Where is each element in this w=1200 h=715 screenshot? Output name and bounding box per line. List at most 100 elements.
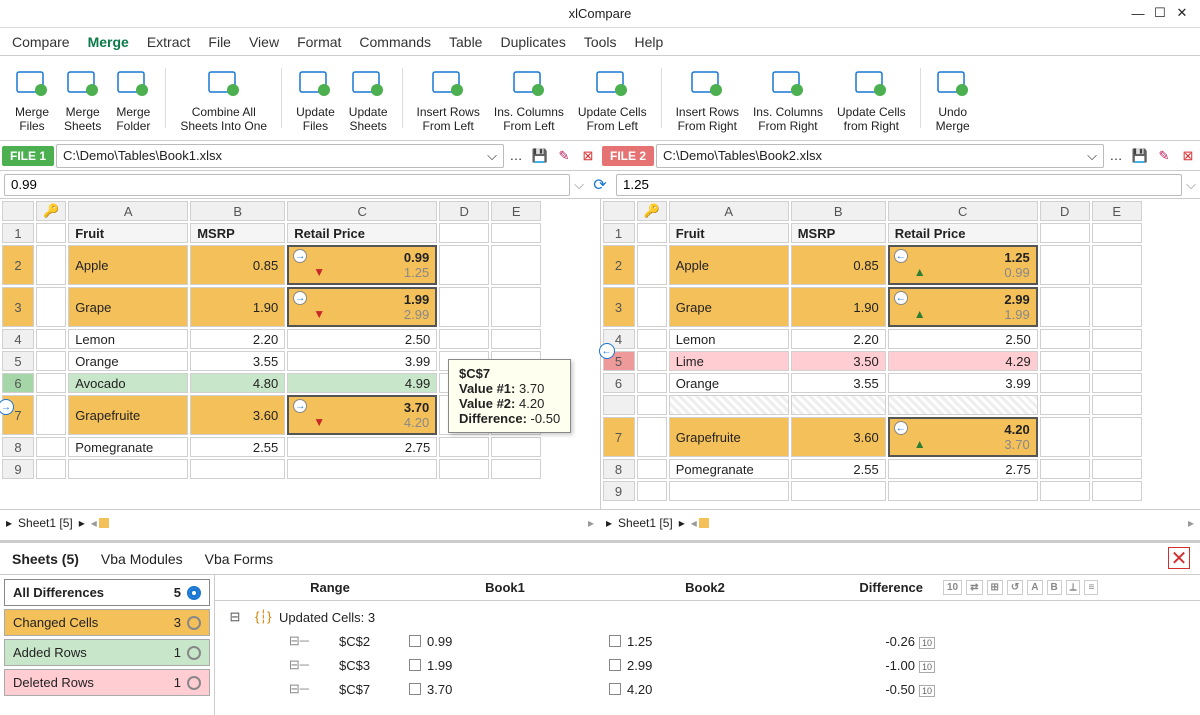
row-merge-icon[interactable]: ← [599,343,615,359]
save-icon[interactable]: 💾 [530,146,550,166]
menu-help[interactable]: Help [635,34,664,50]
grid-row[interactable]: 3Grape1.90→▼1.992.99 [2,287,541,327]
sheet-tab[interactable]: Sheet1 [5] [618,516,673,530]
diff-tool-button[interactable]: ⇄ [966,580,982,595]
menu-format[interactable]: Format [297,34,341,50]
sheet-tab[interactable]: Sheet1 [5] [18,516,73,530]
scroll-left-icon[interactable]: ◂ [91,516,97,530]
grid-row[interactable]: 9 [2,459,541,479]
sheet-next-icon[interactable]: ▸ [679,516,685,530]
menu-view[interactable]: View [249,34,279,50]
menu-table[interactable]: Table [449,34,482,50]
ribbon-ins.-columns-from-right[interactable]: Ins. ColumnsFrom Right [747,59,829,137]
diff-tool-button[interactable]: 10 [943,580,962,595]
scroll-right-icon[interactable]: ▸ [588,516,594,530]
menu-merge[interactable]: Merge [88,34,129,50]
file1-path-dropdown[interactable]: C:\Demo\Tables\Book1.xlsx ⌵ [56,144,504,168]
ribbon-insert-rows-from-left[interactable]: Insert RowsFrom Left [411,59,486,137]
sheet-prev-icon[interactable]: ▸ [606,516,612,530]
scroll-left-icon[interactable]: ◂ [691,516,697,530]
menu-duplicates[interactable]: Duplicates [500,34,565,50]
bottom-tab[interactable]: Vba Forms [205,551,273,567]
collapse-icon[interactable]: ⊟ [215,609,255,625]
grid-row[interactable]: 6Orange3.553.99 [603,373,1142,393]
bottom-tab[interactable]: Vba Modules [101,551,183,567]
ribbon-merge-sheets[interactable]: MergeSheets [58,59,107,137]
diff-tool-button[interactable]: ≡ [1084,580,1098,595]
close-panel-icon[interactable]: ✕ [1168,547,1190,569]
dropdown-icon[interactable]: ⌵ [1186,177,1196,193]
grid-row[interactable]: 4Lemon2.202.50 [2,329,541,349]
ribbon-undo-merge[interactable]: UndoMerge [929,59,977,137]
ribbon-icon [206,65,242,101]
ribbon-update-cells-from-right[interactable]: Update Cellsfrom Right [831,59,912,137]
ribbon-combine-all-sheets-into-one[interactable]: Combine AllSheets Into One [174,59,273,137]
minimize-button[interactable]: — [1128,4,1148,22]
maximize-button[interactable]: ☐ [1150,4,1170,22]
dropdown-icon[interactable]: ⌵ [574,177,584,193]
ribbon-update-files[interactable]: UpdateFiles [290,59,341,137]
diff-filter-del[interactable]: Deleted Rows1 [4,669,210,696]
merge-arrow-icon[interactable]: → [293,291,307,305]
diff-row[interactable]: ⊟─$C$73.704.20-0.5010 [215,677,1200,701]
ribbon-insert-rows-from-right[interactable]: Insert RowsFrom Right [670,59,745,137]
radio-icon [187,676,201,690]
ribbon-update-sheets[interactable]: UpdateSheets [343,59,394,137]
formula-input-file2[interactable] [616,174,1182,196]
ribbon-merge-files[interactable]: MergeFiles [8,59,56,137]
grid-row[interactable]: 2Apple0.85←▲1.250.99 [603,245,1142,285]
close-file-icon[interactable]: ⊠ [578,146,598,166]
ribbon-ins.-columns-from-left[interactable]: Ins. ColumnsFrom Left [488,59,570,137]
sync-scroll-icon[interactable]: ⟳ [588,175,612,195]
diff-filter-chg[interactable]: Changed Cells3 [4,609,210,636]
diff-filter-all[interactable]: All Differences5 [4,579,210,606]
menu-commands[interactable]: Commands [359,34,431,50]
trend-icon: ▲ [914,437,926,451]
title-bar: xlCompare — ☐ ✕ [0,0,1200,28]
ribbon-update-cells-from-left[interactable]: Update CellsFrom Left [572,59,653,137]
diff-filter-add[interactable]: Added Rows1 [4,639,210,666]
merge-arrow-icon[interactable]: → [293,399,307,413]
sheet-prev-icon[interactable]: ▸ [6,516,12,530]
merge-arrow-icon[interactable]: ← [894,249,908,263]
grid-row[interactable]: 1FruitMSRPRetail Price [2,223,541,243]
save-as-icon[interactable]: ✎ [554,146,574,166]
grid-row[interactable]: 3Grape1.90←▲2.991.99 [603,287,1142,327]
grid-row[interactable]: 8Pomegranate2.552.75 [603,459,1142,479]
diff-tool-button[interactable]: A [1027,580,1042,595]
col-book1: Book1 [405,580,605,595]
grid-row[interactable]: 7Grapefruite3.60←▲4.203.70 [603,417,1142,457]
merge-arrow-icon[interactable]: ← [894,291,908,305]
ribbon-merge-folder[interactable]: MergeFolder [109,59,157,137]
diff-tool-button[interactable]: ↺ [1007,580,1023,595]
sheet-next-icon[interactable]: ▸ [79,516,85,530]
diff-tool-button[interactable]: ⟂ [1066,580,1081,595]
menu-extract[interactable]: Extract [147,34,191,50]
menu-tools[interactable]: Tools [584,34,617,50]
grid-row[interactable]: 4Lemon2.202.50 [603,329,1142,349]
diff-row[interactable]: ⊟─$C$20.991.25-0.2610 [215,629,1200,653]
more-button[interactable]: … [506,146,526,166]
diff-tool-button[interactable]: ⊞ [987,580,1003,595]
save-as-icon[interactable]: ✎ [1154,146,1174,166]
formula-input-file1[interactable] [4,174,570,196]
grid-row[interactable] [603,395,1142,415]
save-icon[interactable]: 💾 [1130,146,1150,166]
merge-arrow-icon[interactable]: → [293,249,307,263]
menu-compare[interactable]: Compare [12,34,70,50]
close-button[interactable]: ✕ [1172,4,1192,22]
file2-path-dropdown[interactable]: C:\Demo\Tables\Book2.xlsx ⌵ [656,144,1104,168]
diff-row[interactable]: ⊟─$C$31.992.99-1.0010 [215,653,1200,677]
grid-row[interactable]: 8Pomegranate2.552.75 [2,437,541,457]
grid-row[interactable]: 2Apple0.85→▼0.991.25 [2,245,541,285]
bottom-tab[interactable]: Sheets (5) [12,551,79,567]
more-button[interactable]: … [1106,146,1126,166]
menu-file[interactable]: File [208,34,231,50]
diff-tool-button[interactable]: B [1047,580,1062,595]
close-file-icon[interactable]: ⊠ [1178,146,1198,166]
grid-row[interactable]: 5Lime3.504.29 [603,351,1142,371]
merge-arrow-icon[interactable]: ← [894,421,908,435]
scroll-right-icon[interactable]: ▸ [1188,516,1194,530]
grid-row[interactable]: 1FruitMSRPRetail Price [603,223,1142,243]
grid-row[interactable]: 9 [603,481,1142,501]
